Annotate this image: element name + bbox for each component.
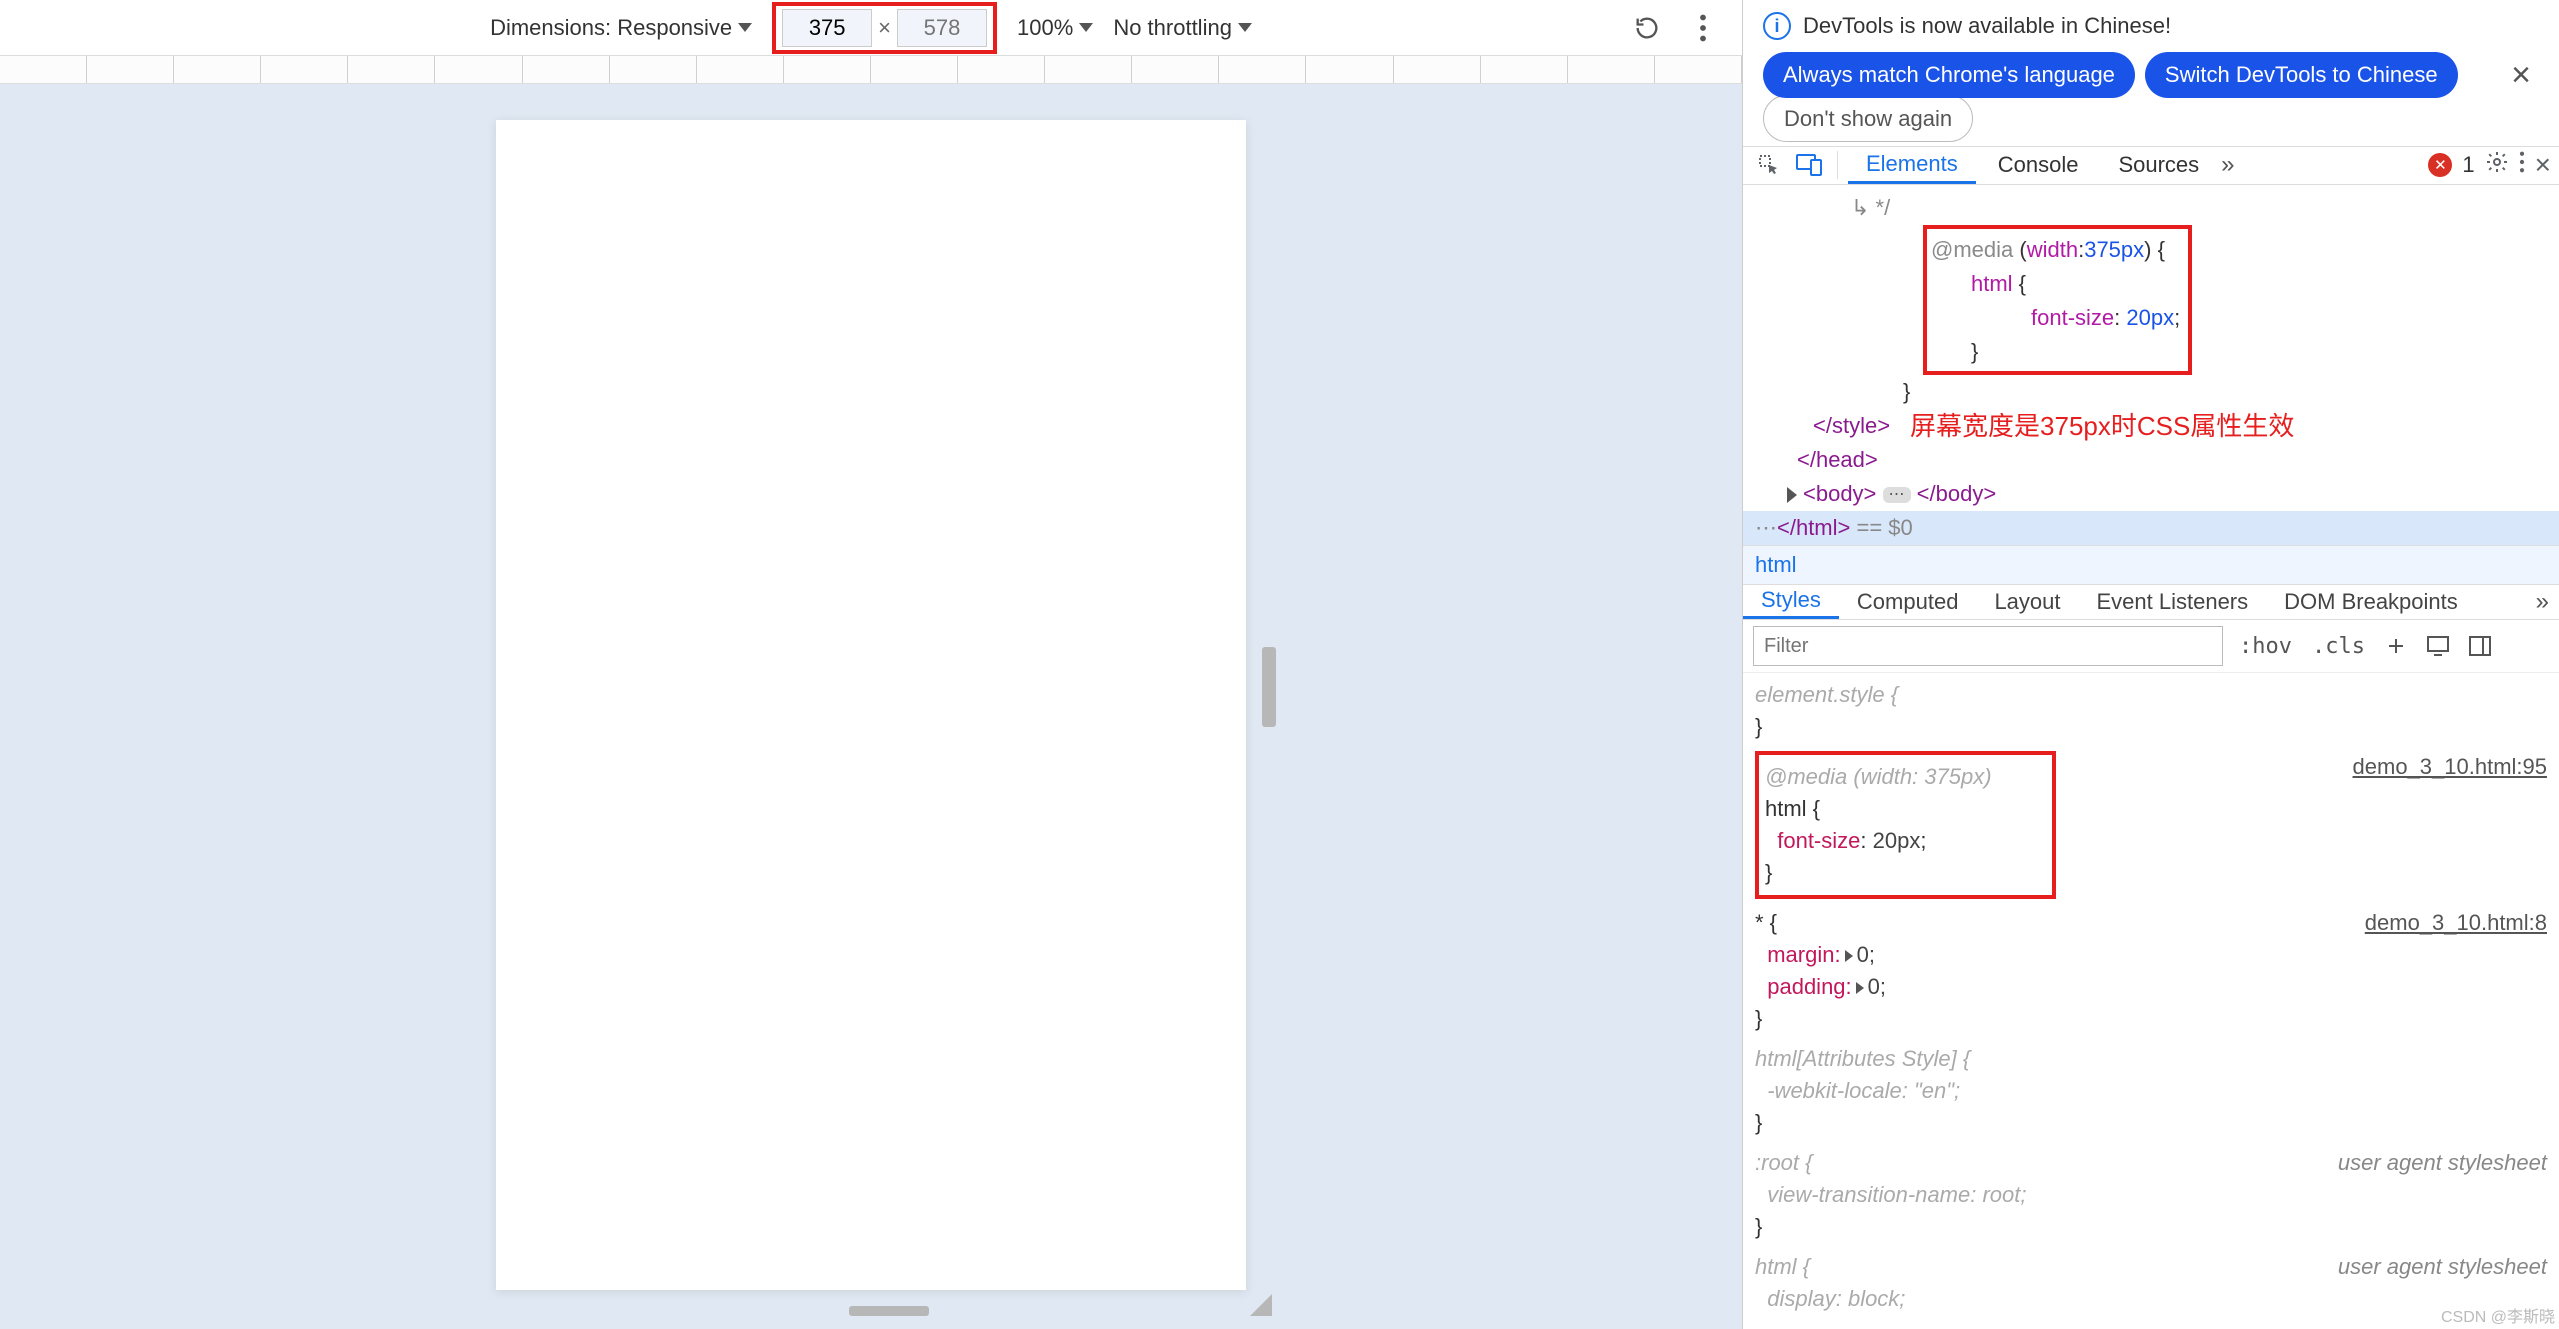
devtools-tabs: Elements Console Sources » 1 ×	[1743, 146, 2559, 185]
tab-dom-breakpoints[interactable]: DOM Breakpoints	[2266, 585, 2476, 619]
close-head-tag: </head>	[1797, 447, 1878, 472]
selected-element-row[interactable]: ⋯</html> == $0	[1743, 511, 2559, 545]
tab-event-listeners[interactable]: Event Listeners	[2079, 585, 2267, 619]
kebab-menu-icon[interactable]	[2519, 151, 2525, 179]
throttling-dropdown[interactable]: No throttling	[1113, 15, 1252, 41]
language-buttons-row: Always match Chrome's language Switch De…	[1743, 52, 2559, 106]
device-frame[interactable]	[496, 120, 1246, 1290]
tab-computed[interactable]: Computed	[1839, 585, 1977, 619]
dimensions-label: Dimensions: Responsive	[490, 15, 732, 41]
media-condition: @media (width: 375px)	[1765, 764, 1992, 789]
tab-layout[interactable]: Layout	[1976, 585, 2078, 619]
source-comment: */	[1876, 195, 1891, 220]
info-message: DevTools is now available in Chinese!	[1803, 13, 2171, 39]
body-close-tag: </body>	[1917, 481, 1997, 506]
body-open-tag: <body>	[1803, 481, 1876, 506]
html-ua-rule-block[interactable]: user agent stylesheet html { display: bl…	[1755, 1251, 2547, 1315]
breadcrumb[interactable]: html	[1743, 545, 2559, 585]
source-link[interactable]: demo_3_10.html:95	[2353, 751, 2547, 783]
source-link[interactable]: demo_3_10.html:8	[2365, 907, 2547, 939]
root-rule-block[interactable]: user agent stylesheet :root { view-trans…	[1755, 1147, 2547, 1243]
styles-tabs: Styles Computed Layout Event Listeners D…	[1743, 585, 2559, 620]
rotate-icon[interactable]	[1632, 13, 1662, 43]
close-infobar-button[interactable]: ×	[2503, 56, 2539, 95]
info-bar: i DevTools is now available in Chinese!	[1743, 0, 2559, 52]
html-selector: html {	[1765, 796, 1820, 821]
device-toolbar: Dimensions: Responsive × 100% No throttl…	[0, 0, 1742, 56]
height-input[interactable]	[897, 9, 987, 47]
tab-elements[interactable]: Elements	[1848, 147, 1976, 184]
tab-sources[interactable]: Sources	[2100, 147, 2217, 184]
error-badge-icon[interactable]	[2428, 153, 2452, 177]
media-rule-highlight: @media (width: 375px) html { font-size: …	[1755, 751, 2056, 899]
styles-toolbar: :hov .cls	[1743, 620, 2559, 673]
device-toggle-icon[interactable]	[1791, 147, 1827, 183]
more-tabs-icon[interactable]: »	[2526, 588, 2559, 616]
user-agent-label: user agent stylesheet	[2338, 1251, 2547, 1283]
cls-button[interactable]: .cls	[2308, 634, 2369, 659]
user-agent-label: user agent stylesheet	[2338, 1147, 2547, 1179]
chevron-down-icon	[1238, 23, 1252, 32]
chevron-down-icon	[1079, 23, 1093, 32]
close-style-tag: </style>	[1813, 409, 1890, 443]
chevron-down-icon	[738, 23, 752, 32]
info-icon: i	[1763, 12, 1791, 40]
kebab-menu-icon[interactable]	[1688, 13, 1718, 43]
elements-source[interactable]: ↳ */ @media (width:375px) { html { font-…	[1743, 185, 2559, 545]
resize-handle-south[interactable]	[849, 1306, 929, 1316]
devtools-panel: i DevTools is now available in Chinese! …	[1742, 0, 2559, 1329]
star-rule-block[interactable]: demo_3_10.html:8 * { margin:0; padding:0…	[1755, 907, 2547, 1035]
tab-styles[interactable]: Styles	[1743, 585, 1839, 619]
expand-shorthand-icon[interactable]	[1856, 982, 1864, 994]
styles-rules[interactable]: element.style {} demo_3_10.html:95 @medi…	[1743, 673, 2559, 1329]
dimension-inputs-highlight: ×	[772, 2, 997, 54]
element-style-rule[interactable]: element.style {}	[1755, 679, 2547, 743]
match-language-button[interactable]: Always match Chrome's language	[1763, 52, 2135, 98]
expand-triangle-icon[interactable]	[1787, 487, 1797, 503]
media-rule-block[interactable]: demo_3_10.html:95 @media (width: 375px) …	[1755, 751, 2547, 899]
switch-language-button[interactable]: Switch DevTools to Chinese	[2145, 52, 2458, 98]
more-tabs-icon[interactable]: »	[2221, 151, 2234, 179]
filter-input[interactable]	[1753, 626, 2223, 666]
annotation-text: 屏幕宽度是375px时CSS属性生效	[1910, 409, 2294, 443]
throttling-value: No throttling	[1113, 15, 1232, 41]
width-input[interactable]	[782, 9, 872, 47]
collapsed-icon[interactable]: ⋯	[1883, 487, 1911, 503]
inspect-element-icon[interactable]	[1751, 147, 1787, 183]
media-query-highlight: @media (width:375px) { html { font-size:…	[1923, 225, 2192, 375]
dimensions-dropdown[interactable]: Dimensions: Responsive	[490, 15, 752, 41]
attribute-style-block[interactable]: html[Attributes Style] { -webkit-locale:…	[1755, 1043, 2547, 1139]
viewport-panel: Dimensions: Responsive × 100% No throttl…	[0, 0, 1742, 1329]
new-style-rule-icon[interactable]	[2381, 632, 2411, 660]
error-count: 1	[2462, 152, 2474, 178]
computed-sidebar-icon[interactable]	[2423, 632, 2453, 660]
zoom-value: 100%	[1017, 15, 1073, 41]
gear-icon[interactable]	[2485, 150, 2509, 180]
dimension-separator: ×	[878, 15, 891, 41]
zoom-dropdown[interactable]: 100%	[1017, 15, 1093, 41]
close-devtools-button[interactable]: ×	[2535, 149, 2551, 181]
close-html-tag: </html>	[1777, 515, 1850, 540]
expand-shorthand-icon[interactable]	[1845, 950, 1853, 962]
resize-handle-corner[interactable]	[1250, 1294, 1272, 1316]
tab-console[interactable]: Console	[1980, 147, 2097, 184]
ruler	[0, 56, 1742, 84]
watermark: CSDN @李斯晓	[2441, 1303, 2555, 1327]
panel-layout-icon[interactable]	[2465, 632, 2495, 660]
viewport-canvas	[0, 84, 1742, 1329]
hov-button[interactable]: :hov	[2235, 634, 2296, 659]
resize-handle-east[interactable]	[1262, 647, 1276, 727]
dollar-zero: == $0	[1850, 515, 1912, 540]
